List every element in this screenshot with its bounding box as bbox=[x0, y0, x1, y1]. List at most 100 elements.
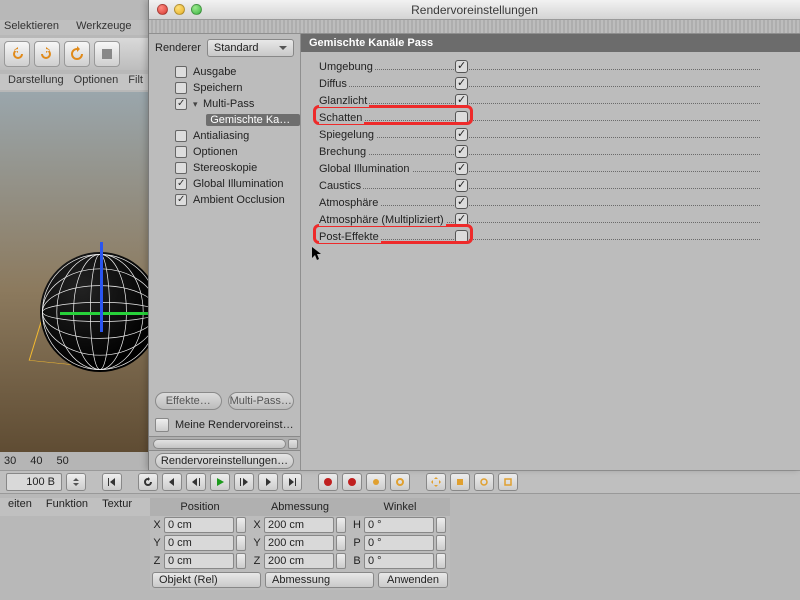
goto-start-button[interactable] bbox=[102, 473, 122, 491]
tree-item[interactable]: Gemischte Kanäle bbox=[149, 112, 300, 128]
spinner-icon[interactable] bbox=[66, 473, 86, 491]
tab[interactable]: eiten bbox=[8, 498, 32, 516]
spinner-icon[interactable] bbox=[336, 535, 346, 551]
effects-button[interactable]: Effekte… bbox=[155, 392, 222, 410]
checkbox[interactable] bbox=[175, 194, 187, 206]
next-key-button[interactable] bbox=[234, 473, 254, 491]
refresh-button[interactable] bbox=[64, 41, 90, 67]
autokey-button[interactable] bbox=[342, 473, 362, 491]
spinner-icon[interactable] bbox=[236, 535, 246, 551]
tree-item[interactable]: Global Illumination bbox=[149, 176, 300, 192]
preset-menu-button[interactable]: Rendervoreinstellungen… bbox=[155, 453, 294, 469]
tree-item[interactable]: Optionen bbox=[149, 144, 300, 160]
pass-checkbox[interactable] bbox=[455, 77, 468, 90]
titlebar[interactable]: Rendervoreinstellungen bbox=[149, 0, 800, 20]
renderer-select[interactable]: Standard bbox=[207, 39, 294, 57]
scroll-thumb[interactable] bbox=[153, 439, 286, 449]
viewport-menu: Darstellung Optionen Filt bbox=[0, 74, 150, 90]
rotate-key-button[interactable] bbox=[474, 473, 494, 491]
move-key-button[interactable] bbox=[426, 473, 446, 491]
current-frame-field[interactable]: 100 B bbox=[6, 473, 62, 491]
pass-checkbox[interactable] bbox=[455, 179, 468, 192]
spinner-icon[interactable] bbox=[336, 517, 346, 533]
multipass-button[interactable]: Multi-Pass… bbox=[228, 392, 295, 410]
prev-frame-button[interactable] bbox=[162, 473, 182, 491]
coord-mode-select[interactable]: Objekt (Rel) bbox=[152, 572, 261, 588]
pass-checkbox[interactable] bbox=[455, 128, 468, 141]
axis-label: H bbox=[350, 519, 364, 531]
prev-key-button[interactable] bbox=[186, 473, 206, 491]
tree-item-label: Gemischte Kanäle bbox=[206, 114, 300, 126]
goto-end-button[interactable] bbox=[282, 473, 302, 491]
record-button[interactable] bbox=[318, 473, 338, 491]
spinner-icon[interactable] bbox=[436, 517, 446, 533]
angle-field[interactable]: 0 ° bbox=[364, 517, 434, 533]
menu-item[interactable]: Werkzeuge bbox=[76, 20, 131, 32]
next-frame-button[interactable] bbox=[258, 473, 278, 491]
scroll-right-icon[interactable] bbox=[288, 439, 298, 449]
pass-checkbox[interactable] bbox=[455, 213, 468, 226]
spinner-icon[interactable] bbox=[436, 535, 446, 551]
tree-item[interactable]: Ambient Occlusion bbox=[149, 192, 300, 208]
horizontal-scrollbar[interactable] bbox=[149, 436, 300, 450]
pass-checkbox[interactable] bbox=[455, 145, 468, 158]
key-options-button[interactable] bbox=[390, 473, 410, 491]
undo-button[interactable] bbox=[4, 41, 30, 67]
redo-button[interactable] bbox=[34, 41, 60, 67]
apply-button[interactable]: Anwenden bbox=[378, 572, 448, 588]
checkbox[interactable] bbox=[175, 178, 187, 190]
checkbox[interactable] bbox=[175, 66, 187, 78]
pass-checkbox[interactable] bbox=[455, 230, 468, 243]
coord-dim-select[interactable]: Abmessung bbox=[265, 572, 374, 588]
position-field[interactable]: 0 cm bbox=[164, 553, 234, 569]
param-key-button[interactable] bbox=[498, 473, 518, 491]
dimension-field[interactable]: 200 cm bbox=[264, 553, 334, 569]
checkbox[interactable] bbox=[175, 130, 187, 142]
tree-item[interactable]: Antialiasing bbox=[149, 128, 300, 144]
preset-icon[interactable] bbox=[155, 418, 169, 432]
angle-field[interactable]: 0 ° bbox=[364, 535, 434, 551]
dimension-field[interactable]: 200 cm bbox=[264, 535, 334, 551]
axis-label: Z bbox=[250, 555, 264, 567]
spinner-icon[interactable] bbox=[436, 553, 446, 569]
loop-button[interactable] bbox=[138, 473, 158, 491]
pass-checkbox[interactable] bbox=[455, 111, 468, 124]
dimension-field[interactable]: 200 cm bbox=[264, 517, 334, 533]
position-field[interactable]: 0 cm bbox=[164, 535, 234, 551]
axis-x-icon[interactable] bbox=[60, 312, 150, 315]
keyframe-button[interactable] bbox=[366, 473, 386, 491]
timeline-ruler[interactable]: 30 40 50 bbox=[0, 452, 150, 470]
scale-key-button[interactable] bbox=[450, 473, 470, 491]
viewport-3d[interactable] bbox=[0, 92, 150, 452]
spinner-icon[interactable] bbox=[236, 553, 246, 569]
tree-item[interactable]: ▾Multi-Pass bbox=[149, 96, 300, 112]
pass-checkbox[interactable] bbox=[455, 196, 468, 209]
tree-item[interactable]: Speichern bbox=[149, 80, 300, 96]
tree-item[interactable]: Ausgabe bbox=[149, 64, 300, 80]
axis-y-icon[interactable] bbox=[100, 242, 103, 332]
tree-item[interactable]: Stereoskopie bbox=[149, 160, 300, 176]
tool-button[interactable] bbox=[94, 41, 120, 67]
tab[interactable]: Funktion bbox=[46, 498, 88, 516]
main-toolbar bbox=[0, 38, 150, 70]
checkbox[interactable] bbox=[175, 146, 187, 158]
tab[interactable]: Textur bbox=[102, 498, 132, 516]
angle-field[interactable]: 0 ° bbox=[364, 553, 434, 569]
ruler-tick: 30 bbox=[4, 455, 16, 467]
settings-tree[interactable]: AusgabeSpeichern▾Multi-Pass Gemischte Kan… bbox=[149, 62, 300, 214]
pass-checkbox[interactable] bbox=[455, 162, 468, 175]
menu-item[interactable]: Filt bbox=[128, 74, 143, 90]
menu-item[interactable]: Selektieren bbox=[4, 20, 59, 32]
checkbox[interactable] bbox=[175, 82, 187, 94]
menu-item[interactable]: Darstellung bbox=[8, 74, 64, 90]
disclosure-icon[interactable]: ▾ bbox=[193, 99, 201, 110]
menu-item[interactable]: Optionen bbox=[74, 74, 119, 90]
pass-checkbox[interactable] bbox=[455, 60, 468, 73]
checkbox[interactable] bbox=[175, 162, 187, 174]
spinner-icon[interactable] bbox=[236, 517, 246, 533]
position-field[interactable]: 0 cm bbox=[164, 517, 234, 533]
spinner-icon[interactable] bbox=[336, 553, 346, 569]
pass-checkbox[interactable] bbox=[455, 94, 468, 107]
checkbox[interactable] bbox=[175, 98, 187, 110]
play-button[interactable] bbox=[210, 473, 230, 491]
